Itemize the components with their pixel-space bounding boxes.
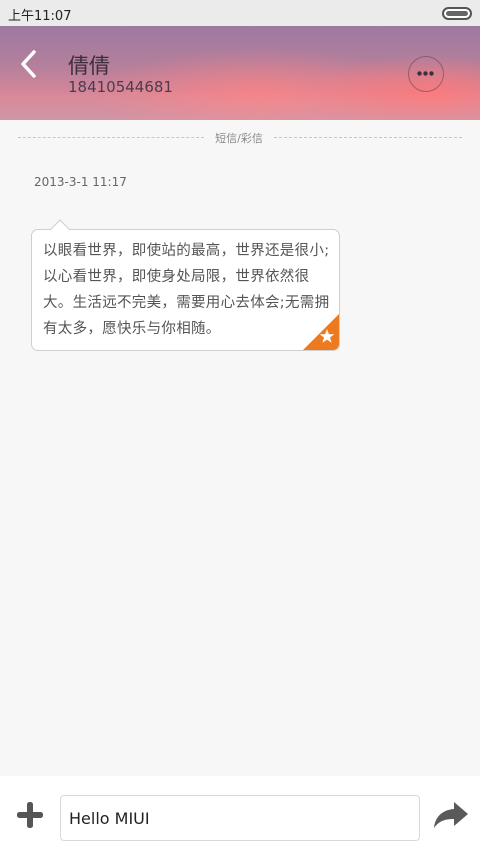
composer-bar	[0, 776, 480, 853]
plus-icon	[17, 802, 43, 828]
contact-name: 倩倩	[68, 54, 110, 78]
send-arrow-icon	[434, 802, 468, 828]
message-input[interactable]	[60, 795, 420, 841]
channel-label: 短信/彩信	[215, 132, 263, 145]
channel-divider: 短信/彩信	[18, 128, 462, 148]
divider-line	[18, 137, 204, 138]
status-time: 上午11:07	[8, 9, 72, 24]
message-text: 以眼看世界，即使站的最高，世界还是很小;以心看世界，即使身处局限，世界依然很大。…	[43, 243, 330, 337]
chevron-left-icon	[21, 50, 36, 78]
attach-button[interactable]	[14, 799, 46, 831]
bubble-tail	[50, 219, 70, 231]
message-bubble[interactable]: 以眼看世界，即使站的最高，世界还是很小;以心看世界，即使身处局限，世界依然很大。…	[31, 229, 340, 351]
battery-icon	[442, 7, 472, 20]
more-options-button[interactable]	[408, 56, 444, 92]
conversation-header: 倩倩 18410544681	[0, 26, 480, 120]
message-timestamp: 2013-3-1 11:17	[34, 175, 127, 189]
contact-number: 18410544681	[68, 78, 173, 96]
divider-line	[274, 137, 462, 138]
send-button[interactable]	[432, 800, 470, 830]
status-bar: 上午11:07	[0, 0, 480, 26]
battery-level	[446, 11, 468, 16]
more-dots-icon	[417, 71, 434, 76]
star-icon	[303, 314, 339, 350]
back-button[interactable]	[14, 46, 44, 82]
